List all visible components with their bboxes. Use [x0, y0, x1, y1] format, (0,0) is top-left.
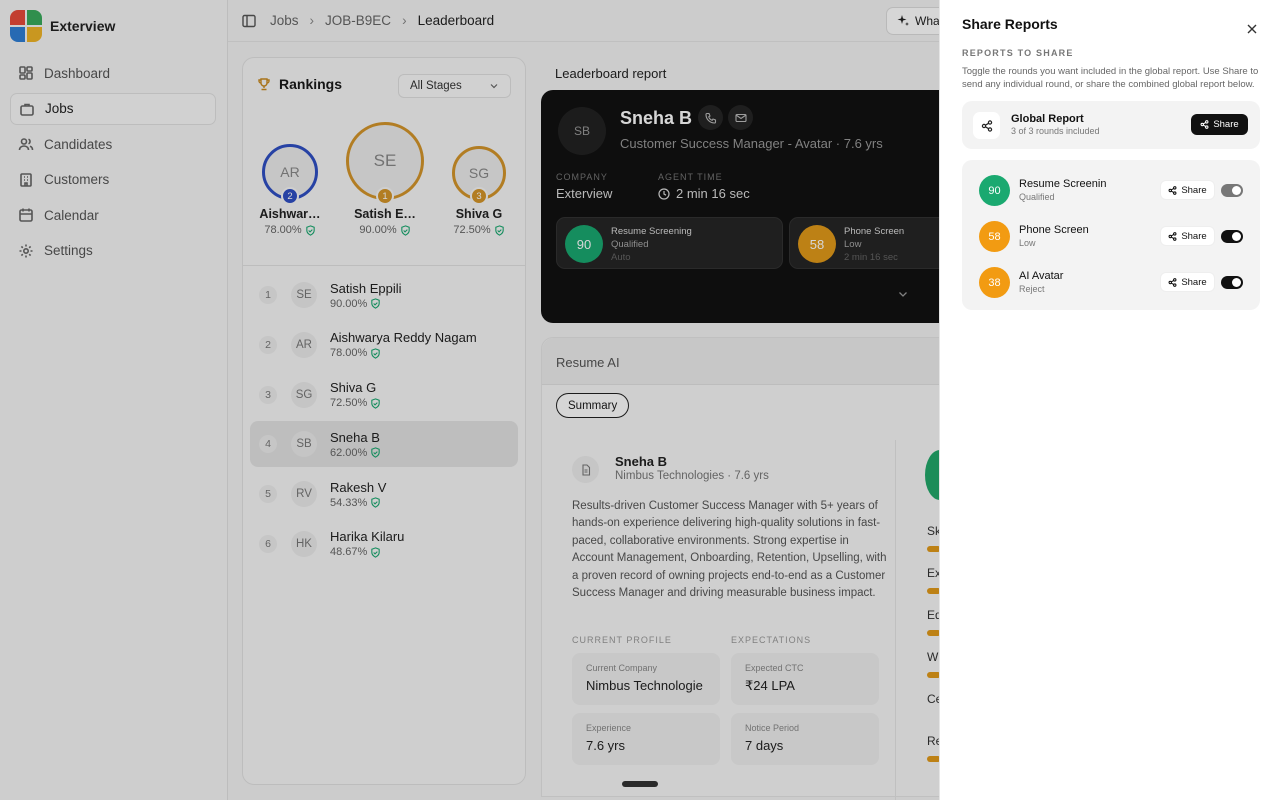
- list-item: 90 Resume Screening Qualified Share: [962, 175, 1260, 221]
- share-icon: [1168, 185, 1177, 195]
- list-item: 38 AI Avatar Reject Share: [962, 267, 1260, 313]
- round-status: Reject: [1019, 284, 1045, 294]
- include-toggle[interactable]: [1221, 276, 1243, 289]
- round-status: Qualified: [1019, 192, 1055, 202]
- close-icon[interactable]: [1245, 22, 1259, 36]
- share-label: Share: [1181, 276, 1207, 288]
- round-score: 38: [979, 267, 1010, 298]
- section-label: REPORTS TO SHARE: [962, 48, 1074, 58]
- share-label: Share: [1213, 119, 1239, 130]
- share-icon: [973, 112, 1000, 139]
- round-name: Phone Screen: [1019, 224, 1089, 236]
- app: Exterview Dashboard Jobs Candidates Cust…: [0, 0, 1280, 800]
- global-report-card: Global Report 3 of 3 rounds included Sha…: [962, 101, 1260, 149]
- share-icon: [1200, 120, 1209, 129]
- round-score: 58: [979, 221, 1010, 252]
- include-toggle[interactable]: [1221, 230, 1243, 243]
- round-status: Low: [1019, 238, 1036, 248]
- list-item: 58 Phone Screen Low Share: [962, 221, 1260, 267]
- round-score: 90: [979, 175, 1010, 206]
- share-global-button[interactable]: Share: [1191, 114, 1248, 135]
- share-label: Share: [1181, 230, 1207, 242]
- share-panel-title: Share Reports: [962, 16, 1058, 32]
- rounds-list: 90 Resume Screening Qualified Share 58 P…: [962, 160, 1260, 310]
- share-round-button[interactable]: Share: [1160, 180, 1215, 200]
- round-name: Resume Screening: [1019, 178, 1106, 190]
- share-round-button[interactable]: Share: [1160, 272, 1215, 292]
- round-name: AI Avatar: [1019, 270, 1064, 282]
- share-icon: [1168, 231, 1177, 241]
- share-label: Share: [1181, 184, 1207, 196]
- share-icon: [1168, 277, 1177, 287]
- share-reports-panel: Share Reports REPORTS TO SHARE Toggle th…: [939, 0, 1280, 800]
- modal-backdrop[interactable]: [0, 0, 939, 800]
- global-report-sub: 3 of 3 rounds included: [1011, 126, 1100, 136]
- include-toggle[interactable]: [1221, 184, 1243, 197]
- share-description: Toggle the rounds you want included in t…: [962, 66, 1259, 90]
- share-round-button[interactable]: Share: [1160, 226, 1215, 246]
- global-report-title: Global Report: [1011, 113, 1084, 125]
